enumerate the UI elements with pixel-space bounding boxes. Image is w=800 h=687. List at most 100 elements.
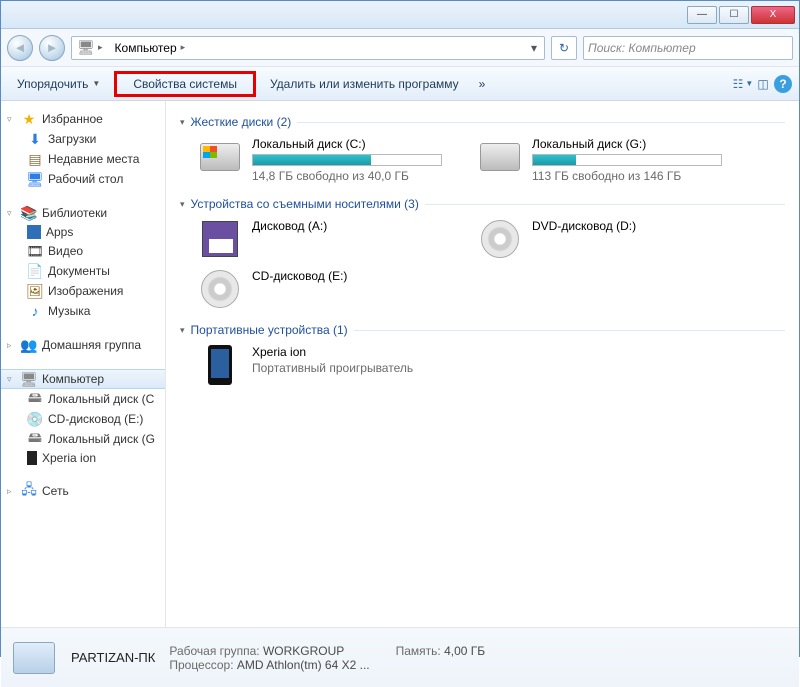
sidebar-item-drive-g[interactable]: 🖴Локальный диск (G (1, 429, 165, 449)
category-removable[interactable]: ▾ Устройства со съемными носителями (3) (180, 197, 785, 211)
category-hdd[interactable]: ▾ Жесткие диски (2) (180, 115, 785, 129)
drive-name: Дисковод (A:) (252, 219, 458, 233)
help-button[interactable]: ? (773, 74, 793, 94)
sidebar-item-downloads[interactable]: ⬇Загрузки (1, 129, 165, 149)
organize-label: Упорядочить (17, 77, 88, 91)
device-xperia[interactable]: Xperia ion Портативный проигрыватель (198, 345, 458, 385)
minimize-button[interactable]: — (687, 6, 717, 24)
expand-icon: ▿ (7, 374, 16, 385)
back-button[interactable]: ◄ (7, 35, 33, 61)
search-input[interactable]: Поиск: Компьютер (583, 36, 793, 60)
homegroup-header[interactable]: ▹ 👥 Домашняя группа (1, 335, 165, 355)
drive-a[interactable]: Дисковод (A:) (198, 219, 458, 259)
libraries-label: Библиотеки (42, 206, 107, 220)
computer-icon: 🖥 (78, 40, 94, 56)
star-icon: ★ (21, 111, 37, 127)
address-dropdown[interactable]: ▾ (524, 41, 544, 55)
sidebar-item-music[interactable]: ♪ Музыка (1, 301, 165, 321)
usage-bar (532, 154, 722, 166)
address-bar[interactable]: 🖥 ▸ Компьютер ▸ ▾ (71, 36, 545, 60)
computer-header[interactable]: ▿ 🖥 Компьютер (1, 369, 165, 389)
drive-d[interactable]: DVD-дисковод (D:) (478, 219, 738, 259)
expand-icon: ▿ (7, 208, 16, 219)
sidebar-item-label: Apps (46, 225, 73, 239)
address-segment-computer[interactable]: Компьютер ▸ (109, 37, 192, 59)
system-properties-label: Свойства системы (133, 77, 237, 91)
category-label: Устройства со съемными носителями (3) (191, 197, 419, 211)
sidebar-item-documents[interactable]: 📄Документы (1, 261, 165, 281)
sidebar-item-label: Рабочий стол (48, 172, 123, 186)
usage-bar (252, 154, 442, 166)
system-properties-button[interactable]: Свойства системы (114, 71, 256, 97)
sidebar-item-desktop[interactable]: 🖥Рабочий стол (1, 169, 165, 189)
video-icon: 🎞 (27, 243, 43, 259)
sidebar-item-pictures[interactable]: 🖼Изображения (1, 281, 165, 301)
libraries-icon: 📚 (21, 205, 37, 221)
refresh-button[interactable]: ↻ (551, 36, 577, 60)
sidebar-item-label: Музыка (48, 304, 90, 318)
sidebar-item-xperia[interactable]: Xperia ion (1, 449, 165, 467)
toolbar-overflow[interactable]: » (469, 71, 496, 97)
chevron-right-icon: ▸ (181, 42, 186, 53)
documents-icon: 📄 (27, 263, 43, 279)
category-portable[interactable]: ▾ Портативные устройства (1) (180, 323, 785, 337)
forward-button[interactable]: ► (39, 35, 65, 61)
pictures-icon: 🖼 (27, 283, 43, 299)
address-root[interactable]: 🖥 ▸ (72, 37, 109, 59)
device-sub: Портативный проигрыватель (252, 361, 458, 375)
search-placeholder: Поиск: Компьютер (588, 41, 696, 55)
sidebar-item-label: Локальный диск (G (48, 432, 155, 446)
divider (425, 204, 785, 205)
favorites-header[interactable]: ▿ ★ Избранное (1, 109, 165, 129)
uninstall-button[interactable]: Удалить или изменить программу (260, 71, 469, 97)
cd-icon: 💿 (27, 411, 43, 427)
drive-name: Локальный диск (G:) (532, 137, 738, 151)
drive-e[interactable]: CD-дисковод (E:) (198, 269, 458, 309)
sidebar-item-label: Недавние места (48, 152, 139, 166)
recent-icon: ▤ (27, 151, 43, 167)
computer-name: PARTIZAN-ПК (71, 650, 155, 665)
floppy-icon (198, 219, 242, 259)
drive-c[interactable]: Локальный диск (C:) 14,8 ГБ свободно из … (198, 137, 458, 183)
view-options-button[interactable]: ☷ ▼ (733, 74, 753, 94)
libraries-group: ▿ 📚 Библиотеки Apps 🎞Видео 📄Документы 🖼И… (1, 203, 165, 321)
sidebar-item-recent[interactable]: ▤ Недавние места (1, 149, 165, 169)
nav-bar: ◄ ► 🖥 ▸ Компьютер ▸ ▾ ↻ Поиск: Компьютер (1, 29, 799, 67)
network-label: Сеть (42, 484, 69, 498)
maximize-button[interactable]: ☐ (719, 6, 749, 24)
navigation-pane: ▿ ★ Избранное ⬇Загрузки ▤Недавние места … (1, 101, 166, 627)
memory-value: 4,00 ГБ (444, 644, 485, 658)
expand-icon: ▿ (7, 114, 16, 125)
items-view: ▾ Жесткие диски (2) Локальный диск (C:) … (166, 101, 799, 627)
organize-menu[interactable]: Упорядочить ▼ (7, 71, 110, 97)
homegroup-label: Домашняя группа (42, 338, 141, 352)
network-icon: 🖧 (21, 483, 37, 499)
dvd-icon (478, 219, 522, 259)
sidebar-item-drive-e[interactable]: 💿CD-дисковод (E:) (1, 409, 165, 429)
favorites-label: Избранное (42, 112, 103, 126)
expand-icon: ▹ (7, 340, 16, 351)
sidebar-item-video[interactable]: 🎞Видео (1, 241, 165, 261)
collapse-icon: ▾ (180, 117, 185, 128)
divider (297, 122, 785, 123)
hdd-icon (198, 137, 242, 177)
network-group: ▹ 🖧 Сеть (1, 481, 165, 501)
command-toolbar: Упорядочить ▼ Свойства системы Удалить и… (1, 67, 799, 101)
music-icon: ♪ (27, 303, 43, 319)
preview-pane-button[interactable]: ◫ (753, 74, 773, 94)
sidebar-item-label: Xperia ion (42, 451, 96, 465)
phone-icon (198, 345, 242, 385)
sidebar-item-drive-c[interactable]: 🖴Локальный диск (C (1, 389, 165, 409)
drive-name: CD-дисковод (E:) (252, 269, 458, 283)
favorites-group: ▿ ★ Избранное ⬇Загрузки ▤Недавние места … (1, 109, 165, 189)
help-icon: ? (774, 75, 792, 93)
phone-icon (27, 451, 37, 465)
overflow-label: » (479, 77, 486, 91)
drive-g[interactable]: Локальный диск (G:) 113 ГБ свободно из 1… (478, 137, 738, 183)
network-header[interactable]: ▹ 🖧 Сеть (1, 481, 165, 501)
address-segment-label: Компьютер (115, 41, 177, 55)
downloads-icon: ⬇ (27, 131, 43, 147)
libraries-header[interactable]: ▿ 📚 Библиотеки (1, 203, 165, 223)
close-button[interactable]: X (751, 6, 795, 24)
sidebar-item-apps[interactable]: Apps (1, 223, 165, 241)
